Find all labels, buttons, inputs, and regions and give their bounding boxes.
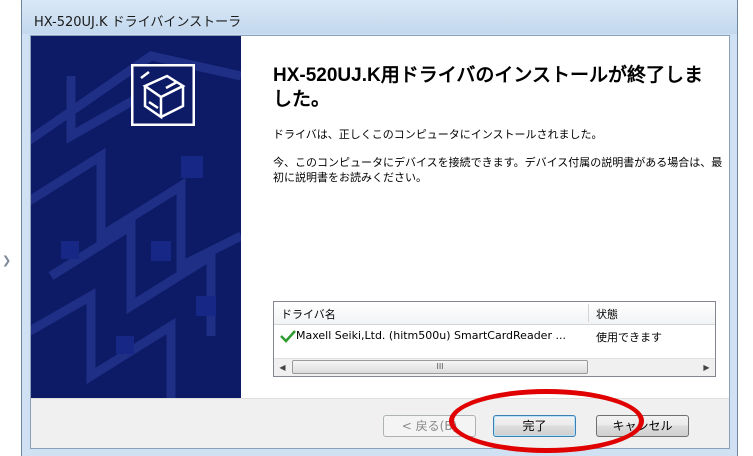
column-header-status[interactable]: 状態 [596,306,618,322]
driver-status-cell: 使用できます [596,331,662,344]
driver-name-cell: Maxell Seiki,Ltd. (hitm500u) SmartCardRe… [296,329,566,342]
column-separator[interactable] [588,304,589,322]
installer-window: HX-520UJ.K ドライバインストーラ HX-520UJ.K用ドライバのイン… [21,0,738,456]
checkmark-icon [280,329,296,343]
wizard-client-area: HX-520UJ.K用ドライバのインストールが終了しました。 ドライバは、正しく… [30,35,730,449]
column-header-driver-name[interactable]: ドライバ名 [281,306,336,322]
hardware-wizard-icon [130,63,196,127]
driver-list-row[interactable]: Maxell Seiki,Ltd. (hitm500u) SmartCardRe… [274,326,715,346]
connect-device-text: 今、このコンピュータにデバイスを接続できます。デバイス付属の説明書がある場合は、… [273,156,723,184]
horizontal-scrollbar[interactable]: ◀ III ▶ [274,358,715,376]
scroll-thumb[interactable]: III [292,360,588,374]
install-success-text: ドライバは、正しくこのコンピュータにインストールされました。 [273,128,603,141]
finish-button[interactable]: 完了 [493,415,576,437]
title-bar[interactable]: HX-520UJ.K ドライバインストーラ [22,0,737,34]
driver-list-header: ドライバ名 状態 [274,302,715,325]
wizard-button-bar: < 戻る(B) 完了 キャンセル [31,398,729,448]
wizard-content: HX-520UJ.K用ドライバのインストールが終了しました。 ドライバは、正しく… [241,36,729,398]
scroll-right-icon[interactable]: ▶ [699,360,714,375]
cancel-button[interactable]: キャンセル [596,415,689,437]
scroll-left-icon[interactable]: ◀ [275,360,290,375]
window-title: HX-520UJ.K ドライバインストーラ [34,15,242,30]
side-arrow-icon: ❯ [2,254,12,267]
wizard-side-banner [31,36,241,398]
completion-heading: HX-520UJ.K用ドライバのインストールが終了しました。 [273,65,703,110]
back-button[interactable]: < 戻る(B) [383,415,476,437]
driver-list[interactable]: ドライバ名 状態 Maxell Seiki,Ltd. (hitm500u) Sm… [273,301,716,377]
